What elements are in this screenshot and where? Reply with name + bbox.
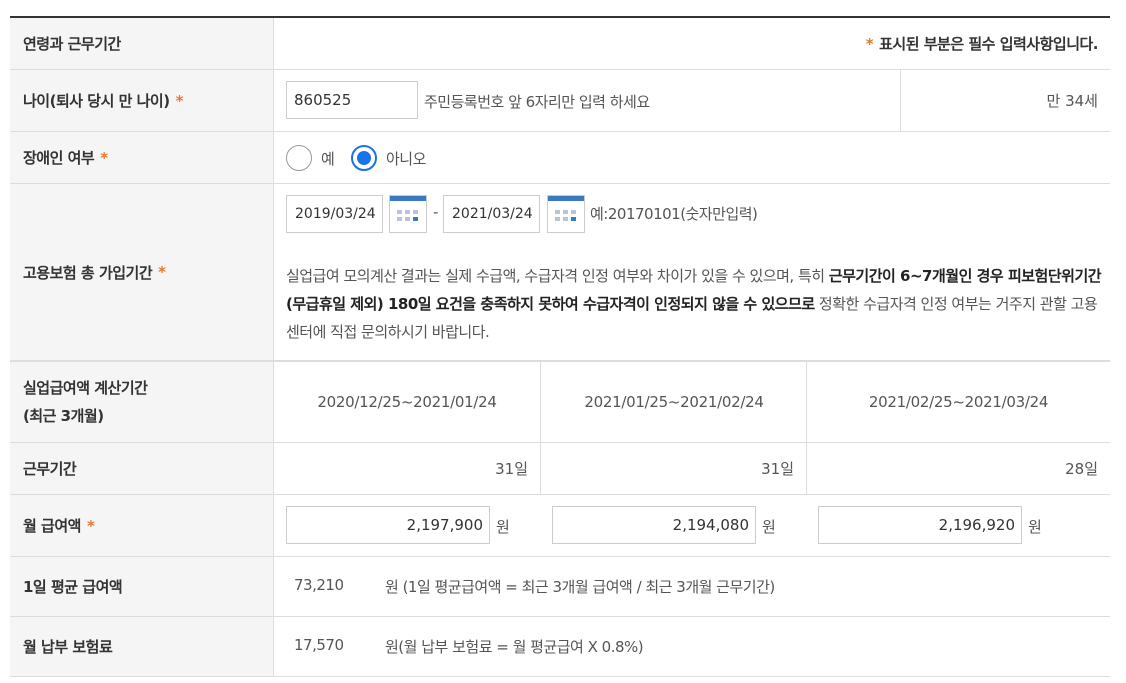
insurance-end-input[interactable]: 2021/03/24 xyxy=(443,195,540,233)
age-label: 나이(퇴사 당시 만 나이) * xyxy=(10,70,274,131)
insurance-start-input[interactable]: 2019/03/24 xyxy=(286,195,383,233)
required-star-icon: * xyxy=(865,34,874,53)
work-days-3: 28일 xyxy=(1065,460,1098,478)
age-result: 만 34세 xyxy=(1046,92,1098,110)
disability-yes-radio[interactable] xyxy=(286,145,312,171)
disability-row: 장애인 여부 * 예 아니오 xyxy=(10,132,1110,184)
premium-row: 월 납부 보험료 17,570 원(월 납부 보험료 = 월 평균급여 X 0.… xyxy=(10,617,1110,677)
required-note-text: 표시된 부분은 필수 입력사항입니다. xyxy=(879,35,1098,53)
birthdate-input[interactable]: 860525 xyxy=(286,81,418,119)
monthly-pay-label: 월 급여액 * xyxy=(10,495,274,556)
eligibility-notice: 실업급여 모의계산 결과는 실제 수급액, 수급자격 인정 여부와 차이가 있을… xyxy=(286,267,1102,341)
required-note: * 표시된 부분은 필수 입력사항입니다. xyxy=(865,18,1099,69)
won-unit: 원 xyxy=(496,518,510,536)
period-1: 2020/12/25~2021/01/24 xyxy=(317,393,497,411)
monthly-pay-input-2[interactable]: 2,194,080 xyxy=(552,506,756,544)
insurance-row: 고용보험 총 가입기간 * 2019/03/24 - 2021/03/24 예:2… xyxy=(10,184,1110,361)
monthly-pay-input-3[interactable]: 2,196,920 xyxy=(818,506,1022,544)
disability-no-label[interactable]: 아니오 xyxy=(386,148,426,169)
monthly-pay-input-1[interactable]: 2,197,900 xyxy=(286,506,490,544)
calendar-icon[interactable] xyxy=(389,195,427,233)
premium-formula: 원(월 납부 보험료 = 월 평균급여 X 0.8%) xyxy=(385,638,644,656)
work-days-row: 근무기간 31일 31일 28일 xyxy=(10,443,1110,495)
monthly-pay-row: 월 급여액 * 2,197,900 원 2,194,080 원 2,196,920… xyxy=(10,495,1110,557)
work-days-1: 31일 xyxy=(495,460,528,478)
daily-average-formula: 원 (1일 평균급여액 = 최근 3개월 급여액 / 최근 3개월 근무기간) xyxy=(385,578,775,596)
birthdate-hint: 주민등록번호 앞 6자리만 입력 하세요 xyxy=(424,93,650,111)
period-2: 2021/01/25~2021/02/24 xyxy=(584,393,764,411)
disability-label: 장애인 여부 * xyxy=(10,132,274,183)
disability-yes-label[interactable]: 예 xyxy=(321,148,335,169)
required-star-icon: * xyxy=(175,91,184,110)
calculator-form: 연령과 근무기간 * 표시된 부분은 필수 입력사항입니다. 나이(퇴사 당시 … xyxy=(10,16,1110,677)
premium-value: 17,570 xyxy=(294,636,344,654)
won-unit: 원 xyxy=(762,518,776,536)
daily-average-row: 1일 평균 급여액 73,210 원 (1일 평균급여액 = 최근 3개월 급여… xyxy=(10,557,1110,617)
calc-period-row: 실업급여액 계산기간 (최근 3개월) 2020/12/25~2021/01/2… xyxy=(10,361,1110,443)
calendar-icon[interactable] xyxy=(547,195,585,233)
work-days-label: 근무기간 xyxy=(10,443,274,494)
required-star-icon: * xyxy=(158,263,166,281)
required-star-icon: * xyxy=(86,516,95,535)
age-row: 나이(퇴사 당시 만 나이) * 860525 주민등록번호 앞 6자리만 입력 … xyxy=(10,70,1110,132)
calc-period-label: 실업급여액 계산기간 (최근 3개월) xyxy=(10,362,274,442)
work-days-2: 31일 xyxy=(761,460,794,478)
won-unit: 원 xyxy=(1028,518,1042,536)
section-header-row: 연령과 근무기간 * 표시된 부분은 필수 입력사항입니다. xyxy=(10,18,1110,70)
insurance-label: 고용보험 총 가입기간 * xyxy=(10,184,274,360)
premium-label: 월 납부 보험료 xyxy=(10,617,274,676)
daily-average-value: 73,210 xyxy=(294,576,344,594)
required-star-icon: * xyxy=(100,148,108,167)
daily-average-label: 1일 평균 급여액 xyxy=(10,557,274,616)
period-3: 2021/02/25~2021/03/24 xyxy=(868,393,1049,411)
disability-no-radio[interactable] xyxy=(351,145,377,171)
date-separator: - xyxy=(433,203,438,221)
section-title: 연령과 근무기간 xyxy=(10,18,274,69)
date-format-example: 예:20170101(숫자만입력) xyxy=(590,205,758,223)
